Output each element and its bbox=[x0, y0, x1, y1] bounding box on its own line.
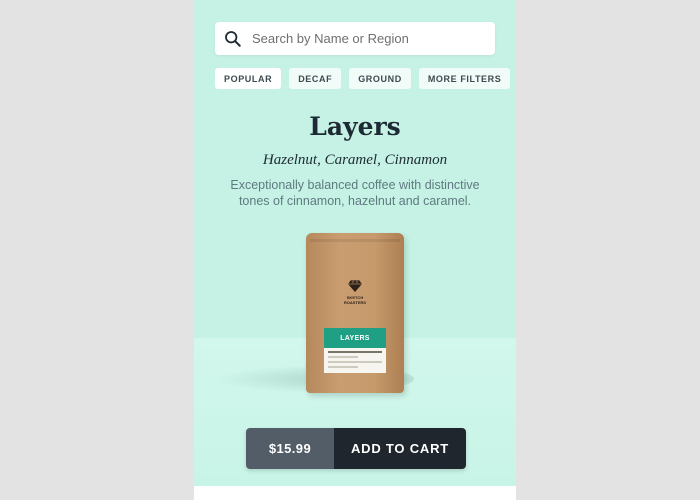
search-bar[interactable] bbox=[215, 22, 495, 55]
filter-chip-ground[interactable]: GROUND bbox=[349, 68, 411, 89]
app-screen: POPULAR DECAF GROUND MORE FILTERS Layers… bbox=[194, 0, 516, 500]
add-to-cart-button[interactable]: $15.99 ADD TO CART bbox=[246, 428, 466, 469]
diamond-logo-icon bbox=[348, 280, 362, 292]
bag-label-line bbox=[328, 366, 358, 368]
bag-label-title: LAYERS bbox=[324, 328, 386, 348]
price-label: $15.99 bbox=[246, 428, 334, 469]
product-title: Layers bbox=[309, 112, 401, 141]
product-flavor-notes: Hazelnut, Caramel, Cinnamon bbox=[262, 152, 448, 168]
product-image: SKETCH ROASTERS LAYERS bbox=[306, 233, 404, 393]
filter-chip-more-filters[interactable]: MORE FILTERS bbox=[418, 68, 511, 89]
bag-label: LAYERS bbox=[324, 328, 386, 373]
search-icon bbox=[225, 30, 241, 47]
search-input[interactable] bbox=[252, 31, 482, 46]
add-to-cart-label: ADD TO CART bbox=[334, 428, 466, 469]
bag-label-line bbox=[328, 356, 358, 358]
filter-chip-popular[interactable]: POPULAR bbox=[215, 68, 282, 89]
filter-chips: POPULAR DECAF GROUND MORE FILTERS bbox=[215, 68, 511, 89]
product-description: Exceptionally balanced coffee with disti… bbox=[230, 178, 480, 208]
bag-seal bbox=[310, 239, 400, 242]
bag-brand: SKETCH ROASTERS bbox=[306, 295, 404, 305]
bag-brand-line2: ROASTERS bbox=[343, 300, 367, 305]
filter-chip-decaf[interactable]: DECAF bbox=[289, 68, 342, 89]
bag-label-line bbox=[328, 361, 382, 363]
bottom-edge bbox=[194, 486, 516, 500]
bag-label-line bbox=[328, 351, 382, 353]
